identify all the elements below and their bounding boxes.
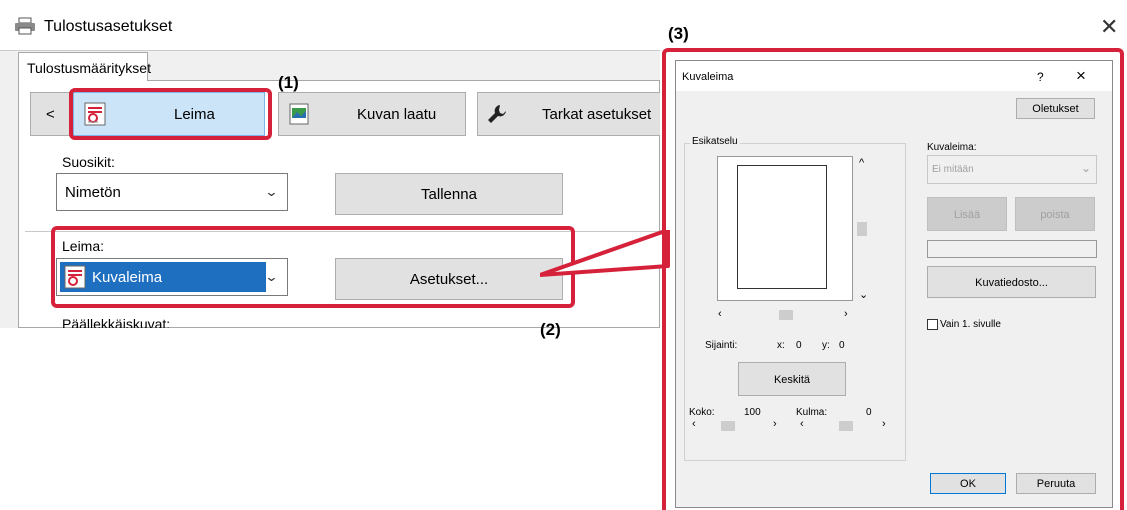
chevron-down-icon: ⌄ — [264, 184, 279, 199]
favorites-select[interactable]: Nimetön ⌄ — [56, 173, 288, 211]
nav-back-button[interactable]: < — [30, 92, 70, 136]
highlight-leima — [69, 88, 272, 140]
overlay-label: Päällekkäiskuvat: — [62, 316, 171, 328]
highlight-stamp — [51, 226, 575, 308]
save-button[interactable]: Tallenna — [335, 173, 563, 215]
image-quality-icon — [289, 103, 309, 125]
tab-tulostusmaaritykset[interactable]: Tulostusmääritykset — [18, 52, 151, 81]
window-title: Tulostusasetukset — [44, 18, 173, 35]
window-close-icon[interactable]: ✕ — [1100, 14, 1118, 40]
wrench-icon — [486, 103, 508, 125]
callout-3: (3) — [668, 24, 689, 43]
callout-2: (2) — [540, 320, 561, 339]
favorites-label: Suosikit: — [62, 154, 115, 170]
nav-kuvan-laatu-button[interactable]: Kuvan laatu — [278, 92, 466, 136]
printer-icon — [14, 17, 36, 35]
nav-tarkat-asetukset-button[interactable]: Tarkat asetukset — [477, 92, 660, 136]
callout-1: (1) — [278, 73, 299, 92]
callout-connector — [540, 230, 670, 277]
highlight-dialog — [662, 48, 1124, 510]
